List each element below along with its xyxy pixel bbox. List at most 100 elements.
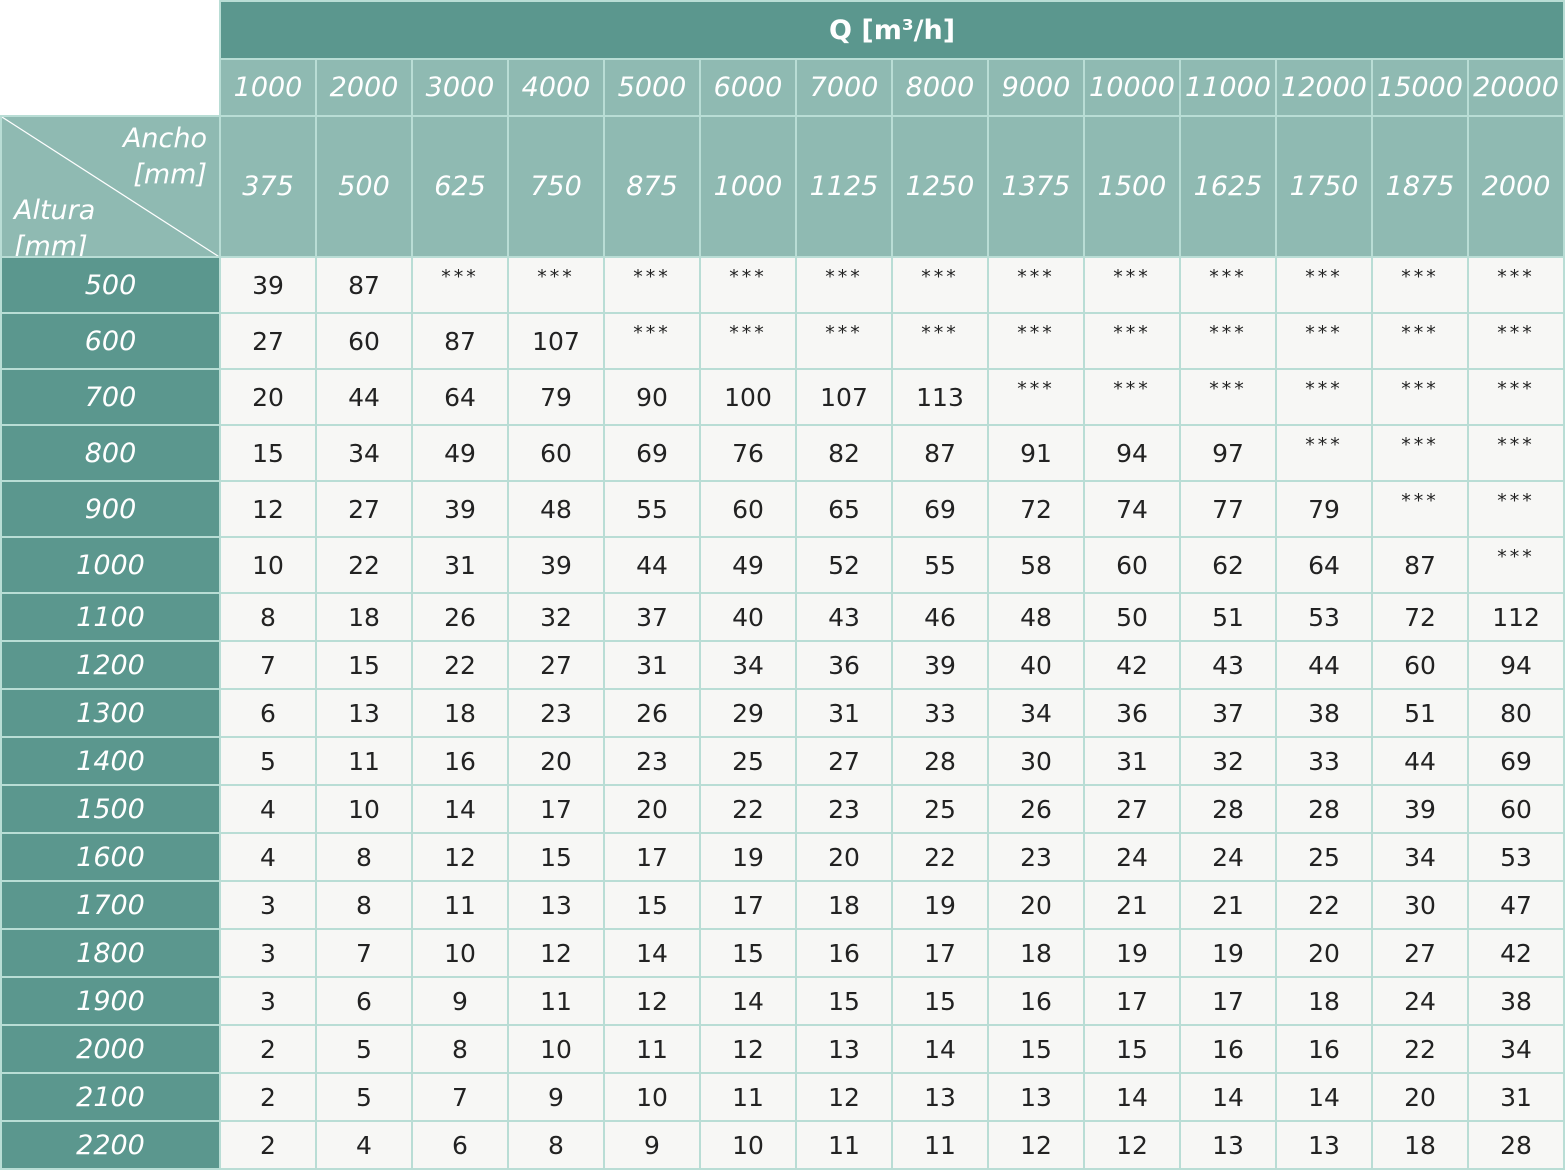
- table-cell: ***: [795, 312, 893, 370]
- table-cell: 44: [1275, 640, 1373, 690]
- table-cell: 28: [891, 736, 989, 786]
- q-value-header: 5000: [603, 58, 701, 117]
- table-cell: 5: [315, 1024, 413, 1074]
- table-cell: 51: [1371, 688, 1469, 738]
- table-cell: 14: [1083, 1072, 1181, 1122]
- table-cell: 5: [219, 736, 317, 786]
- corner-header: Ancho [mm] Altura [mm]: [0, 115, 221, 258]
- altura-row-header: 2100: [0, 1072, 221, 1122]
- table-cell: 2: [219, 1024, 317, 1074]
- table-cell: 40: [699, 592, 797, 642]
- table-cell: 10: [603, 1072, 701, 1122]
- table-cell: 25: [699, 736, 797, 786]
- table-cell: 55: [891, 536, 989, 594]
- table-row: 700 20 44 64 79 90 100 107 113 *** *** *** *** *** ***: [0, 368, 1566, 426]
- table-cell: 16: [1275, 1024, 1373, 1074]
- table-cell: ***: [1083, 368, 1181, 426]
- ancho-value-header: 1875: [1371, 115, 1469, 258]
- table-cell: 34: [1466, 1024, 1566, 1074]
- q-value-header: 12000: [1275, 58, 1373, 117]
- table-cell: 12: [795, 1072, 893, 1122]
- table-cell: 22: [891, 832, 989, 882]
- table-cell: 24: [1179, 832, 1277, 882]
- table-cell: 52: [795, 536, 893, 594]
- table-cell: 7: [315, 928, 413, 978]
- table-cell: 49: [699, 536, 797, 594]
- table-cell: 30: [987, 736, 1085, 786]
- table-cell: ***: [603, 256, 701, 314]
- table-cell: 42: [1466, 928, 1566, 978]
- q-value-header: 7000: [795, 58, 893, 117]
- altura-row-header: 1100: [0, 592, 221, 642]
- table-cell: 14: [699, 976, 797, 1026]
- ancho-value-header: 1375: [987, 115, 1085, 258]
- table-cell: 20: [1275, 928, 1373, 978]
- table-cell: 9: [507, 1072, 605, 1122]
- table-cell: 11: [603, 1024, 701, 1074]
- table-cell: 50: [1083, 592, 1181, 642]
- table-cell: 48: [507, 480, 605, 538]
- table-cell: 49: [411, 424, 509, 482]
- ancho-label-line2: [mm]: [133, 159, 207, 190]
- table-cell: ***: [891, 256, 989, 314]
- table-header: Q [m³/h] 1000 2000 3000 4000 5000 6000 7000 800…: [0, 0, 1566, 258]
- table-cell: 14: [411, 784, 509, 834]
- table-cell: 11: [891, 1120, 989, 1170]
- table-cell: 60: [1083, 536, 1181, 594]
- table-cell: 33: [891, 688, 989, 738]
- q-value-header: 6000: [699, 58, 797, 117]
- table-cell: 94: [1083, 424, 1181, 482]
- table-row: 1500 4 10 14 17 20 22 23 25 26 27 28 28 39 60: [0, 784, 1566, 834]
- table-cell: 6: [315, 976, 413, 1026]
- table-cell: ***: [507, 256, 605, 314]
- table-cell: 13: [315, 688, 413, 738]
- table-cell: 72: [987, 480, 1085, 538]
- table-cell: 2: [219, 1072, 317, 1122]
- table-cell: 97: [1179, 424, 1277, 482]
- data-table: Q [m³/h] 1000 2000 3000 4000 5000 6000 7000 800…: [0, 0, 1566, 1170]
- table-cell: 20: [1371, 1072, 1469, 1122]
- table-cell: 53: [1466, 832, 1566, 882]
- table-cell: 79: [507, 368, 605, 426]
- table-cell: 16: [1179, 1024, 1277, 1074]
- table-cell: 65: [795, 480, 893, 538]
- table-cell: 60: [1371, 640, 1469, 690]
- table-body: 500 39 87 *** *** *** *** *** *** *** *** *** *** ***…: [0, 256, 1566, 1170]
- table-cell: 43: [1179, 640, 1277, 690]
- table-cell: 69: [603, 424, 701, 482]
- table-cell: 6: [411, 1120, 509, 1170]
- table-cell: 8: [315, 832, 413, 882]
- table-cell: 32: [507, 592, 605, 642]
- table-cell: 19: [699, 832, 797, 882]
- table-cell: 12: [1083, 1120, 1181, 1170]
- q-value-header: 9000: [987, 58, 1085, 117]
- table-cell: 18: [1371, 1120, 1469, 1170]
- table-cell: 107: [507, 312, 605, 370]
- altura-label-line1: Altura: [14, 195, 96, 226]
- table-cell: 87: [315, 256, 413, 314]
- table-cell: 15: [507, 832, 605, 882]
- table-cell: 18: [315, 592, 413, 642]
- table-cell: 36: [795, 640, 893, 690]
- table-cell: 69: [891, 480, 989, 538]
- table-row: 800 15 34 49 60 69 76 82 87 91 94 97 *** *** ***: [0, 424, 1566, 482]
- table-cell: 5: [315, 1072, 413, 1122]
- table-cell: ***: [1275, 312, 1373, 370]
- ancho-value-header: 2000: [1466, 115, 1566, 258]
- ancho-value-header: 375: [219, 115, 317, 258]
- table-cell: ***: [1179, 312, 1277, 370]
- table-cell: 15: [987, 1024, 1085, 1074]
- table-cell: 18: [987, 928, 1085, 978]
- table-cell: 17: [603, 832, 701, 882]
- table-cell: 17: [891, 928, 989, 978]
- altura-label-line2: [mm]: [14, 231, 88, 257]
- q-value-header: 1000: [219, 58, 317, 117]
- table-cell: ***: [795, 256, 893, 314]
- altura-row-header: 700: [0, 368, 221, 426]
- table-cell: 12: [507, 928, 605, 978]
- table-cell: ***: [1371, 480, 1469, 538]
- q-value-header: 8000: [891, 58, 989, 117]
- table-cell: ***: [987, 256, 1085, 314]
- q-value-header: 15000: [1371, 58, 1469, 117]
- altura-row-header: 1400: [0, 736, 221, 786]
